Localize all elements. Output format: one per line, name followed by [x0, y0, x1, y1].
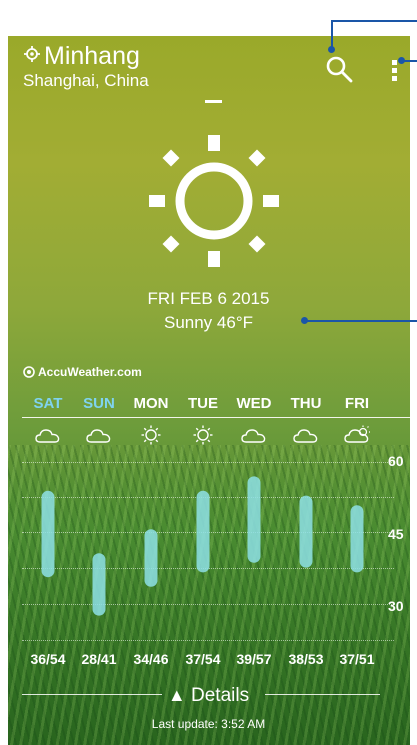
sun-icon [193, 425, 213, 445]
temp-range-label: 39/57 [236, 651, 272, 667]
grid-line [22, 532, 394, 533]
last-update: Last update: 3:52 AM [151, 717, 266, 731]
y-tick-label: 30 [388, 598, 404, 614]
cloud-icon [35, 429, 60, 443]
triangle-up-icon: ▲ [167, 685, 186, 705]
temp-range-label: 38/53 [288, 651, 324, 667]
location-icon [24, 46, 40, 62]
temp-range-label: 28/41 [81, 651, 117, 667]
day-label-tue[interactable]: TUE [183, 395, 223, 412]
temp-range-label: 36/54 [30, 651, 66, 667]
grid-line [22, 462, 394, 463]
sun-icon [141, 425, 161, 445]
details-label: Details [191, 685, 250, 706]
accuweather-logo-icon [23, 366, 35, 378]
temp-range-label: 37/54 [185, 651, 221, 667]
days-divider [22, 417, 410, 418]
grid-line [22, 604, 394, 605]
city-name[interactable]: Minhang [44, 42, 140, 71]
day-label-wed[interactable]: WED [234, 395, 274, 412]
day-label-sun[interactable]: SUN [79, 395, 119, 412]
grid-line [22, 568, 394, 569]
grid-line [22, 640, 394, 641]
day-label-mon[interactable]: MON [131, 395, 171, 412]
day-label-fri[interactable]: FRI [337, 395, 377, 412]
current-weather-sun-icon [149, 135, 279, 267]
accuweather-brand[interactable]: AccuWeather.com [38, 365, 142, 379]
day-label-thu[interactable]: THU [286, 395, 326, 412]
current-date: FRI FEB 6 2015 [147, 289, 270, 308]
callout-dot [398, 57, 405, 64]
drag-handle[interactable] [205, 100, 222, 103]
search-icon[interactable] [325, 55, 353, 83]
callout-dot [328, 46, 335, 53]
cloud-icon [86, 429, 111, 443]
cloud-icon [293, 429, 318, 443]
details-button[interactable]: ▲ Details [0, 685, 417, 707]
temp-range-label: 37/51 [339, 651, 375, 667]
callout-line [331, 20, 333, 48]
callout-line [331, 20, 417, 22]
cloud-icon [241, 429, 266, 443]
temp-range-label: 34/46 [133, 651, 169, 667]
day-label-sat[interactable]: SAT [28, 395, 68, 412]
region-name: Shanghai, China [23, 71, 149, 90]
y-tick-label: 45 [388, 526, 404, 542]
y-tick-label: 60 [388, 453, 404, 469]
current-condition: Sunny 46°F [163, 313, 254, 332]
partly-cloudy-icon [344, 425, 370, 443]
grid-line [22, 497, 394, 498]
more-options-icon[interactable] [391, 58, 399, 82]
